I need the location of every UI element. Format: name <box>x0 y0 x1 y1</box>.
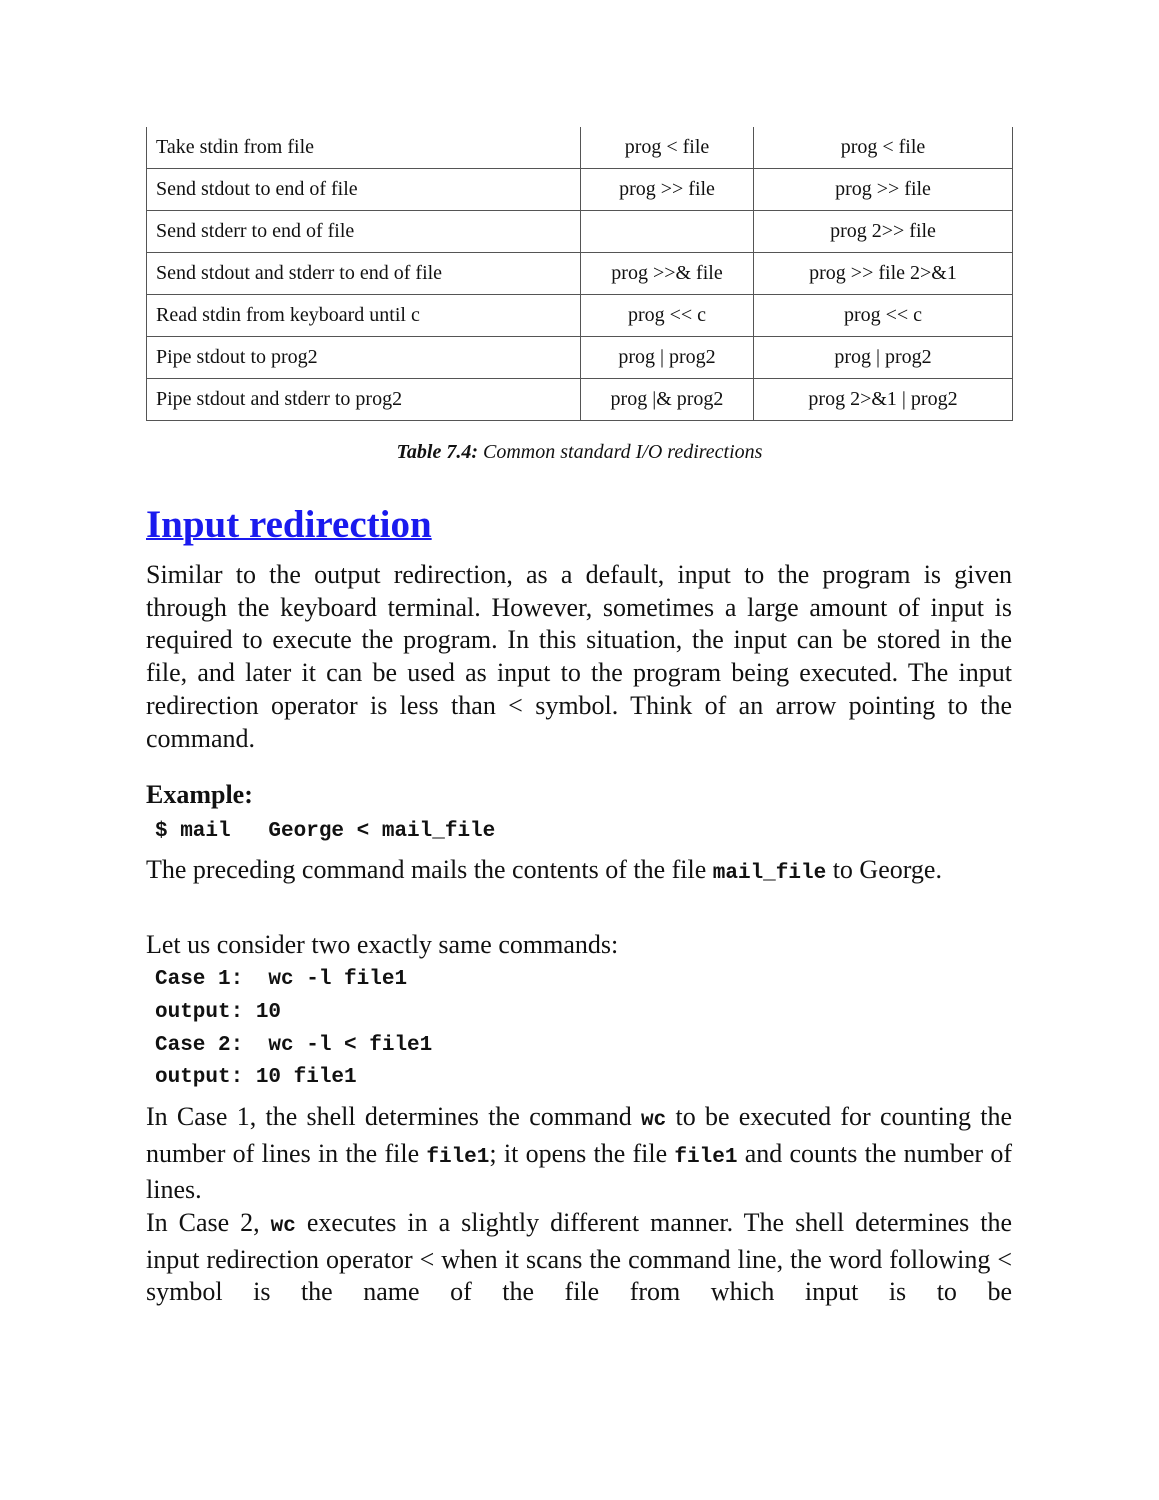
code-example: $ mail George < mail_file <box>155 820 496 843</box>
csh-cell: prog << c <box>580 294 754 337</box>
csh-cell: prog | prog2 <box>580 336 754 379</box>
sh-cell: prog | prog2 <box>753 336 1013 379</box>
sh-cell: prog << c <box>753 294 1013 337</box>
redirection-table: Take stdin from file prog < file prog < fi… <box>146 127 1013 421</box>
sh-cell: prog < file <box>753 127 1013 169</box>
sh-cell: prog >> file 2>&1 <box>753 252 1013 295</box>
code-case-1: Case 1: wc -l file1 <box>155 968 408 991</box>
sh-cell: prog 2>> file <box>753 210 1013 253</box>
paragraph: Let us consider two exactly same command… <box>146 930 619 959</box>
csh-cell: prog >> file <box>580 168 754 211</box>
inline-code: mail_file <box>712 862 827 885</box>
table-row: Send stdout and stderr to end of file pro… <box>146 252 1013 295</box>
table-row: Pipe stdout and stderr to prog2 prog |& p… <box>146 378 1013 421</box>
table-row: Pipe stdout to prog2 prog | prog2 prog | p… <box>146 336 1013 379</box>
description-cell: Take stdin from file <box>146 127 581 169</box>
inline-code: wc <box>641 1109 667 1132</box>
description-cell: Send stderr to end of file <box>146 210 581 253</box>
paragraph: The preceding command mails the contents… <box>146 854 1012 891</box>
inline-code: file1 <box>674 1145 738 1169</box>
csh-cell: prog < file <box>580 127 754 169</box>
sh-cell: prog 2>&1 | prog2 <box>753 378 1013 421</box>
inline-code: file1 <box>426 1145 490 1169</box>
table-row: Read stdin from keyboard until c prog << … <box>146 294 1013 337</box>
text: In Case 1, the shell determines the comm… <box>146 1102 641 1131</box>
code-output-2: output: 10 file1 <box>155 1066 357 1089</box>
inline-code: wc <box>270 1215 296 1238</box>
code-case-2: Case 2: wc -l < file1 <box>155 1034 433 1057</box>
section-heading[interactable]: Input redirection <box>146 502 432 547</box>
code-output-1: output: 10 <box>155 1001 282 1024</box>
csh-cell: prog >>& file <box>580 252 754 295</box>
text: to George. <box>826 855 942 884</box>
paragraph: Similar to the output redirection, as a … <box>146 560 1012 753</box>
text: In Case 2, <box>146 1208 271 1237</box>
table-caption: Table 7.4: Common standard I/O redirecti… <box>146 441 1013 464</box>
caption-text: Common standard I/O redirections <box>478 441 763 463</box>
text: ; it opens the file <box>489 1138 675 1168</box>
paragraph: In Case 2, wc executes in a slightly dif… <box>146 1207 1012 1309</box>
paragraph: In Case 1, the shell determines the comm… <box>146 1101 1012 1207</box>
csh-cell <box>580 210 754 253</box>
description-cell: Send stdout and stderr to end of file <box>146 252 581 295</box>
table-row: Send stdout to end of file prog >> file pr… <box>146 168 1013 211</box>
text: The preceding command mails the contents… <box>146 855 713 884</box>
description-cell: Pipe stdout to prog2 <box>146 336 581 379</box>
sh-cell: prog >> file <box>753 168 1013 211</box>
description-cell: Read stdin from keyboard until c <box>146 294 581 337</box>
table-row: Send stderr to end of file prog 2>> file <box>146 210 1013 253</box>
caption-label: Table 7.4: <box>396 441 479 463</box>
description-cell: Send stdout to end of file <box>146 168 581 211</box>
example-label: Example: <box>146 780 253 809</box>
table-row: Take stdin from file prog < file prog < fi… <box>146 127 1013 169</box>
description-cell: Pipe stdout and stderr to prog2 <box>146 378 581 421</box>
csh-cell: prog |& prog2 <box>580 378 754 421</box>
